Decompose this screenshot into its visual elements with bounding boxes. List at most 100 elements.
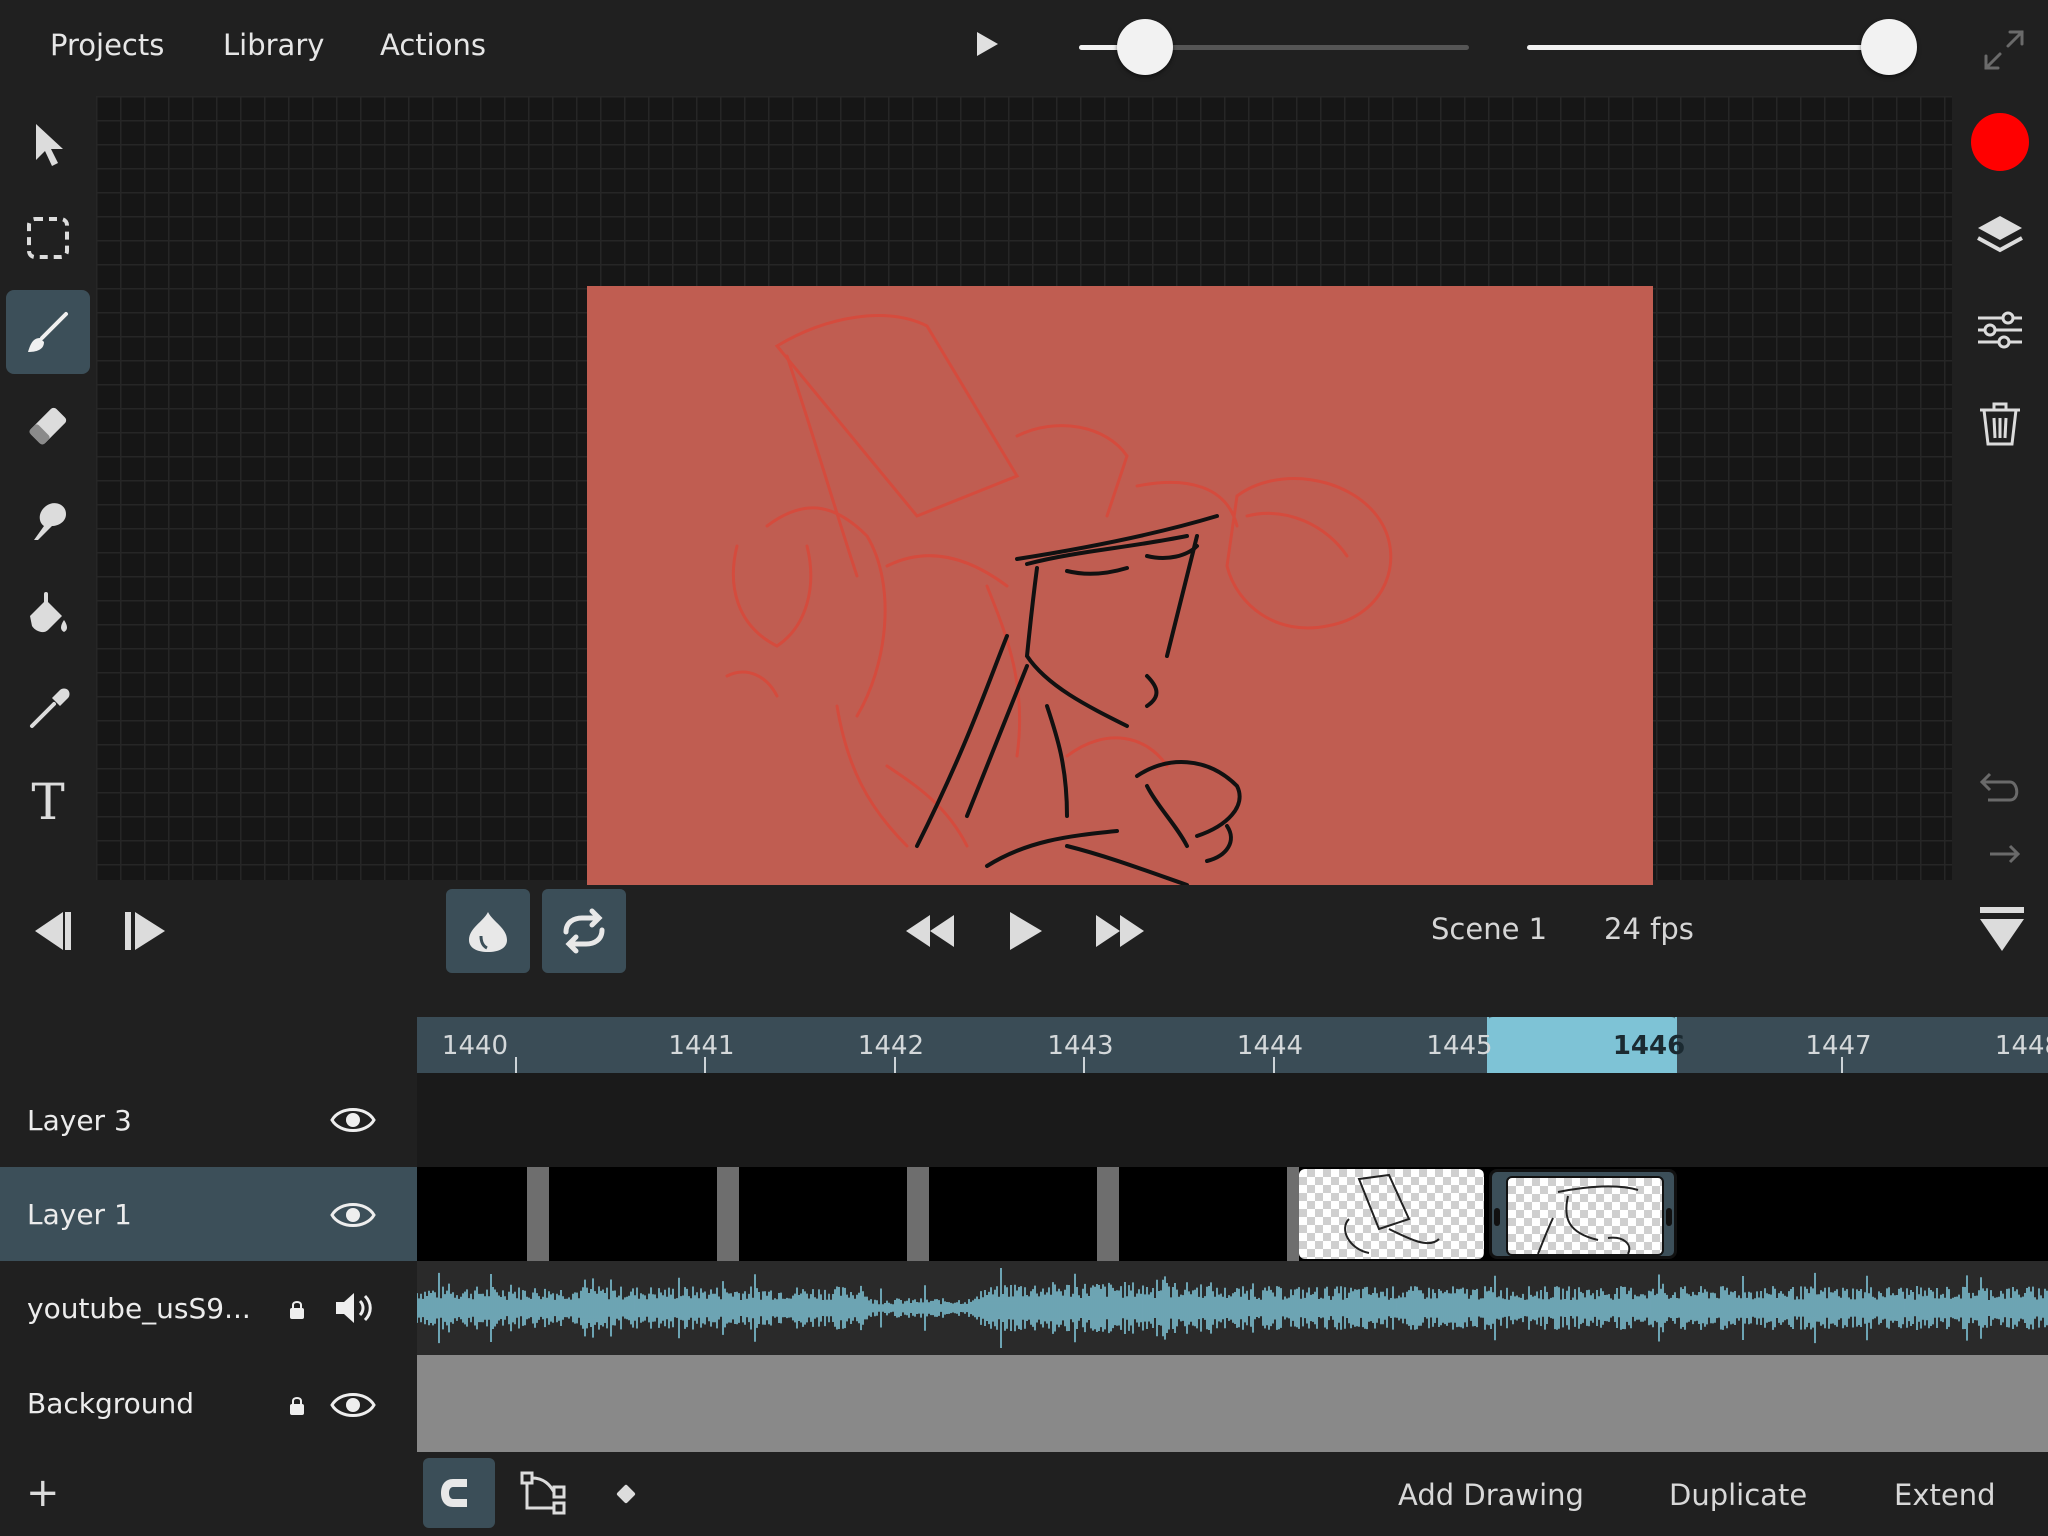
timeline-header-spacer bbox=[0, 1017, 417, 1073]
motion-path-button[interactable] bbox=[516, 1468, 570, 1518]
waveform-path bbox=[416, 1268, 2048, 1348]
eye-icon bbox=[330, 1203, 376, 1227]
eye-icon bbox=[330, 1108, 376, 1132]
layer1-visibility-toggle[interactable] bbox=[330, 1195, 376, 1239]
frame-number-1442[interactable]: 1442 bbox=[796, 1031, 986, 1061]
canvas-stage[interactable] bbox=[96, 96, 1952, 885]
play-icon bbox=[977, 32, 998, 56]
menu-actions[interactable]: Actions bbox=[380, 28, 486, 62]
next-frame-button[interactable] bbox=[118, 906, 178, 956]
delete-button[interactable] bbox=[1960, 384, 2040, 464]
marquee-select-icon bbox=[27, 217, 69, 259]
tool-text[interactable]: T bbox=[6, 760, 90, 844]
drawing-cell-1446[interactable] bbox=[1489, 1169, 1677, 1259]
scene-label[interactable]: Scene 1 bbox=[1431, 912, 1547, 946]
onion-opacity-slider[interactable] bbox=[1079, 19, 1469, 75]
background-lock-toggle[interactable] bbox=[288, 1396, 306, 1420]
lock-icon bbox=[290, 1397, 304, 1415]
speaker-icon bbox=[336, 1293, 372, 1323]
expand-icon bbox=[1984, 30, 2024, 70]
onion-skin-toggle[interactable] bbox=[446, 889, 530, 973]
audio-mute-toggle[interactable] bbox=[332, 1288, 378, 1332]
smudge-icon bbox=[34, 503, 66, 540]
frame-separator bbox=[1097, 1167, 1119, 1261]
drawing-thumbnail-1445[interactable] bbox=[1299, 1169, 1484, 1259]
add-drawing-button[interactable]: Add Drawing bbox=[1398, 1478, 1584, 1512]
lock-icon bbox=[290, 1301, 304, 1319]
play-button[interactable] bbox=[1004, 906, 1048, 956]
keyframe-button[interactable] bbox=[606, 1478, 646, 1510]
rewind-icon bbox=[906, 915, 954, 947]
menu-library[interactable]: Library bbox=[223, 28, 324, 62]
layer3-visibility-toggle[interactable] bbox=[330, 1100, 376, 1144]
current-drawing bbox=[915, 514, 1242, 885]
onion-skin-sketch bbox=[725, 314, 1393, 848]
tool-select[interactable] bbox=[6, 102, 90, 186]
ruler-tick bbox=[704, 1057, 706, 1073]
audio-waveform bbox=[416, 1268, 2048, 1348]
magnet-icon bbox=[441, 1479, 475, 1507]
tool-brush[interactable] bbox=[6, 290, 90, 374]
fast-forward-icon bbox=[1096, 915, 1144, 947]
fullscreen-button[interactable] bbox=[1978, 24, 2030, 80]
thumbnail-sketch bbox=[1537, 1185, 1639, 1254]
motion-path-icon bbox=[520, 1471, 566, 1515]
track-background[interactable] bbox=[417, 1355, 2048, 1452]
redo-button[interactable] bbox=[1960, 840, 2040, 880]
tool-eyedropper[interactable] bbox=[6, 666, 90, 750]
frame-number-1446[interactable]: 1446 bbox=[1554, 1031, 1744, 1061]
prev-frame-button[interactable] bbox=[18, 906, 78, 956]
fill-bucket-icon bbox=[30, 592, 67, 633]
fast-forward-button[interactable] bbox=[1090, 908, 1150, 954]
tool-eraser[interactable] bbox=[6, 384, 90, 468]
layers-button[interactable] bbox=[1960, 196, 2040, 276]
frame-number-1447[interactable]: 1447 bbox=[1744, 1031, 1934, 1061]
brush-size-knob[interactable] bbox=[1861, 19, 1917, 75]
undo-button[interactable] bbox=[1960, 750, 2040, 830]
adjustments-icon bbox=[1978, 311, 2022, 349]
frame-number-1441[interactable]: 1441 bbox=[607, 1031, 797, 1061]
track-layer3[interactable] bbox=[417, 1073, 2048, 1167]
loop-toggle[interactable] bbox=[542, 889, 626, 973]
collapse-timeline-button[interactable] bbox=[1976, 904, 2028, 956]
extend-handle-right[interactable] bbox=[1666, 1208, 1672, 1226]
adjustments-button[interactable] bbox=[1960, 290, 2040, 370]
track-layer1[interactable] bbox=[417, 1167, 2048, 1261]
background-visibility-toggle[interactable] bbox=[330, 1385, 376, 1429]
frame-separator bbox=[527, 1167, 549, 1261]
frame-number-1444[interactable]: 1444 bbox=[1175, 1031, 1365, 1061]
fps-label[interactable]: 24 fps bbox=[1604, 912, 1694, 946]
snap-toggle[interactable] bbox=[423, 1458, 495, 1528]
frame-number-1440[interactable]: 1440 bbox=[380, 1031, 570, 1061]
ruler-tick bbox=[514, 1057, 517, 1073]
tool-marquee[interactable] bbox=[6, 196, 90, 280]
layer-name: Layer 1 bbox=[27, 1197, 132, 1231]
eraser-icon bbox=[29, 407, 67, 445]
layer-name: Background bbox=[27, 1387, 195, 1420]
track-audio[interactable] bbox=[416, 1261, 2048, 1355]
artboard[interactable] bbox=[587, 286, 1653, 885]
menu-projects[interactable]: Projects bbox=[50, 28, 164, 62]
brush-size-slider[interactable] bbox=[1527, 19, 1917, 75]
duplicate-button[interactable]: Duplicate bbox=[1669, 1478, 1807, 1512]
rewind-button[interactable] bbox=[900, 908, 960, 954]
select-arrow-icon bbox=[36, 124, 63, 166]
redo-icon bbox=[1990, 844, 2021, 864]
frame-number-1445[interactable]: 1445 bbox=[1365, 1031, 1555, 1061]
frame-separator bbox=[1287, 1167, 1299, 1261]
frame-number-1448[interactable]: 1448 bbox=[1933, 1031, 2048, 1061]
color-picker-button[interactable] bbox=[1960, 102, 2040, 182]
thumbnail-sketch bbox=[1344, 1173, 1440, 1254]
extend-button[interactable]: Extend bbox=[1894, 1478, 1996, 1512]
add-layer-button[interactable]: + bbox=[26, 1470, 60, 1516]
onion-opacity-knob[interactable] bbox=[1117, 19, 1173, 75]
extend-handle-left[interactable] bbox=[1494, 1208, 1500, 1226]
onion-icon bbox=[469, 912, 507, 952]
tool-smudge[interactable] bbox=[6, 478, 90, 562]
frame-number-1443[interactable]: 1443 bbox=[986, 1031, 1176, 1061]
ruler-tick bbox=[893, 1057, 896, 1073]
tool-fill[interactable] bbox=[6, 572, 90, 656]
audio-lock-toggle[interactable] bbox=[288, 1300, 306, 1324]
play-preview-button[interactable] bbox=[974, 30, 1000, 62]
collapse-down-icon bbox=[1980, 907, 2024, 951]
